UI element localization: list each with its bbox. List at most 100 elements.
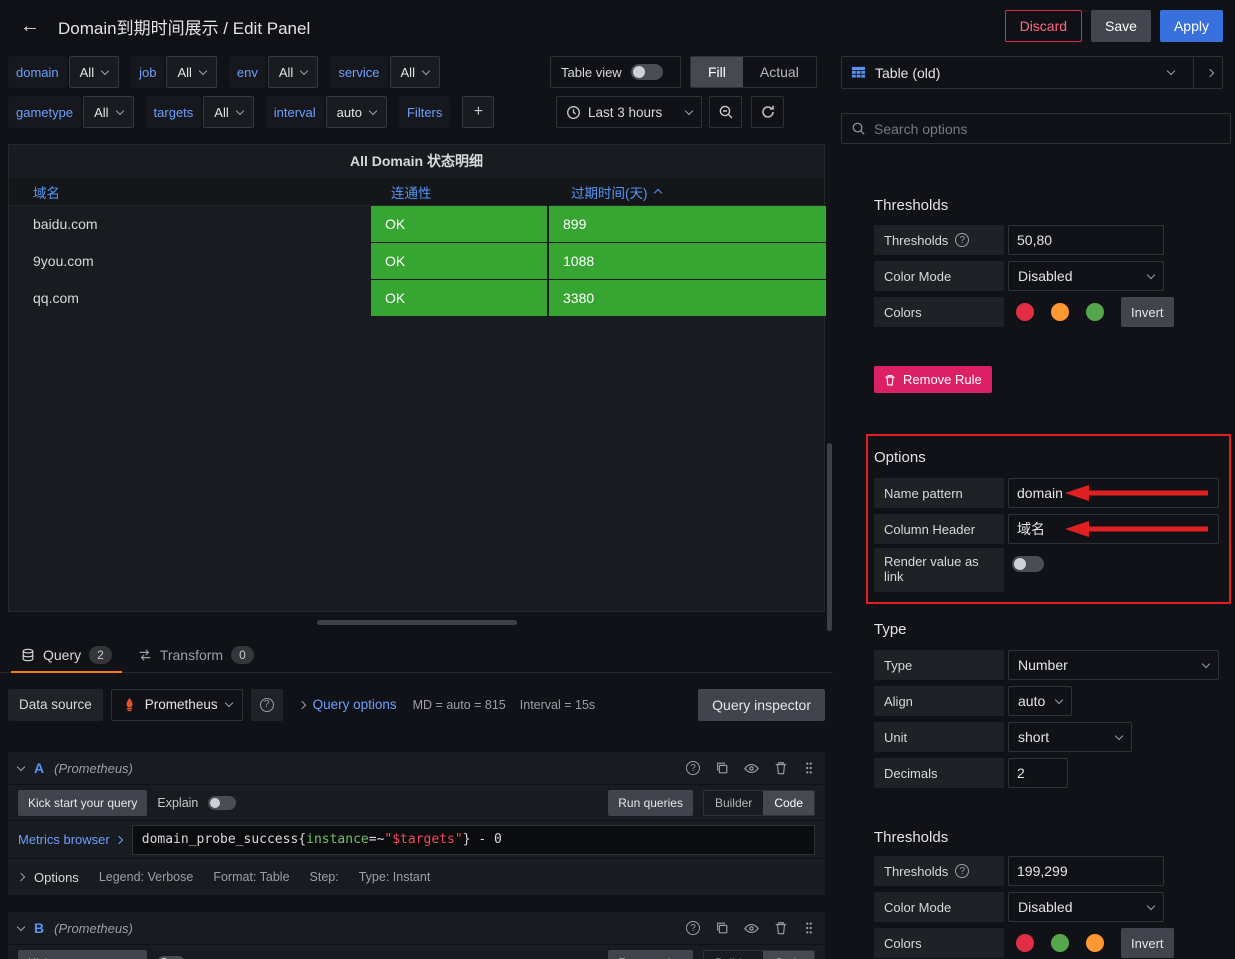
chevron-down-icon [685,106,693,114]
variable-value-dropdown[interactable]: All [203,96,253,128]
query-b-header[interactable]: B (Prometheus) ? [8,912,825,945]
discard-button[interactable]: Discard [1005,10,1082,42]
invert-button[interactable]: Invert [1121,297,1174,327]
column-header-input[interactable] [1008,514,1219,544]
code-option[interactable]: Code [763,791,814,815]
query-expression-input[interactable]: domain_probe_success{instance=~"$targets… [132,825,815,855]
zoom-out-icon [718,104,734,120]
run-queries-button[interactable]: Run queries [608,950,693,959]
type-select[interactable]: Number [1008,650,1219,680]
decimals-input[interactable] [1008,758,1068,788]
collapse-icon[interactable] [17,762,25,770]
duplicate-icon[interactable] [715,761,729,775]
datasource-row: Data source Prometheus ? Query options M… [8,688,825,721]
thresholds-value-input[interactable] [1008,225,1164,255]
color-mode-row-2: Color Mode Disabled [874,892,1164,922]
threshold-color-3[interactable] [1086,303,1104,321]
datasource-help-button[interactable]: ? [251,689,283,721]
threshold-color-3[interactable] [1086,934,1104,952]
column-header-row: Column Header [874,514,1219,544]
query-actions: ? [686,921,815,936]
column-header-expiry[interactable]: 过期时间(天) [549,178,826,205]
invert-button[interactable]: Invert [1121,928,1174,958]
thresholds-field-label: Thresholds? [874,225,1004,255]
panel-title[interactable]: All Domain 状态明细 [9,145,824,178]
query-a-options-row[interactable]: Options Legend: Verbose Format: Table St… [8,859,825,895]
render-link-switch[interactable] [1012,556,1044,572]
help-icon[interactable]: ? [686,921,700,935]
align-select[interactable]: auto [1008,686,1072,716]
kick-start-button[interactable]: Kick start your query [18,950,147,959]
threshold-color-2[interactable] [1051,303,1069,321]
variable-value-dropdown[interactable]: All [69,56,119,88]
column-header-domain[interactable]: 域名 [9,178,369,205]
drag-handle-icon[interactable] [803,921,815,935]
color-mode-label: Color Mode [874,892,1004,922]
trash-icon[interactable] [774,921,788,935]
builder-option[interactable]: Builder [704,951,763,959]
variable-value-dropdown[interactable]: All [268,56,318,88]
kick-start-button[interactable]: Kick start your query [18,790,147,816]
fill-option[interactable]: Fill [691,57,743,87]
refresh-icon [760,104,776,120]
builder-option[interactable]: Builder [704,791,763,815]
visualization-picker[interactable]: Table (old) [841,56,1223,89]
active-tab-underline [11,671,122,673]
remove-rule-button[interactable]: Remove Rule [874,366,992,393]
query-inspector-button[interactable]: Query inspector [698,689,825,721]
variable-value-dropdown[interactable]: All [390,56,440,88]
explain-switch[interactable] [157,956,185,959]
unit-select[interactable]: short [1008,722,1132,752]
table-view-switch[interactable] [631,64,663,80]
name-pattern-label: Name pattern [874,478,1004,508]
name-pattern-input[interactable] [1008,478,1219,508]
help-icon[interactable]: ? [955,864,969,878]
column-header-connectivity[interactable]: 连通性 [371,178,547,205]
collapse-pane-icon[interactable] [1206,68,1214,76]
help-icon: ? [260,698,274,712]
variable-value-dropdown[interactable]: All [166,56,216,88]
query-options-link[interactable]: Query options [313,697,397,712]
trash-icon[interactable] [774,761,788,775]
colors-row-2: Colors Invert [874,928,1174,958]
variable-value-dropdown[interactable]: auto [326,96,387,128]
color-mode-select[interactable]: Disabled [1008,892,1164,922]
threshold-color-1[interactable] [1016,303,1034,321]
refresh-button[interactable] [751,96,784,128]
duplicate-icon[interactable] [715,921,729,935]
vertical-scrollbar[interactable] [827,443,832,631]
horizontal-scrollbar[interactable] [317,620,517,625]
time-range-picker[interactable]: Last 3 hours [556,96,702,128]
drag-handle-icon[interactable] [803,761,815,775]
save-button[interactable]: Save [1091,10,1151,42]
code-option[interactable]: Code [763,951,814,959]
color-mode-select[interactable]: Disabled [1008,261,1164,291]
actual-option[interactable]: Actual [743,57,816,87]
explain-switch[interactable] [208,796,236,810]
apply-button[interactable]: Apply [1160,10,1223,42]
threshold-color-2[interactable] [1051,934,1069,952]
chevron-right-icon [17,873,25,881]
tab-transform[interactable]: Transform 0 [125,637,267,673]
search-input[interactable] [874,121,1221,137]
threshold-color-1[interactable] [1016,934,1034,952]
tab-query[interactable]: Query 2 [8,637,125,673]
collapse-icon[interactable] [17,922,25,930]
query-a-header[interactable]: A (Prometheus) ? [8,752,825,785]
run-queries-button[interactable]: Run queries [608,790,693,816]
thresholds-value-input[interactable] [1008,856,1164,886]
table-viz-icon [851,65,866,80]
domain-cell: baidu.com [9,206,369,242]
metrics-browser-link[interactable]: Metrics browser [18,832,122,847]
add-filter-button[interactable]: + [462,96,494,128]
variable-value-dropdown[interactable]: All [83,96,133,128]
help-icon[interactable]: ? [686,761,700,775]
back-arrow-icon[interactable]: ← [16,15,44,38]
query-actions: ? [686,761,815,776]
datasource-select[interactable]: Prometheus [111,689,243,721]
help-icon[interactable]: ? [955,233,969,247]
zoom-out-button[interactable] [709,96,742,128]
eye-icon[interactable] [744,761,759,776]
eye-icon[interactable] [744,921,759,936]
thresholds-field-label: Thresholds? [874,856,1004,886]
